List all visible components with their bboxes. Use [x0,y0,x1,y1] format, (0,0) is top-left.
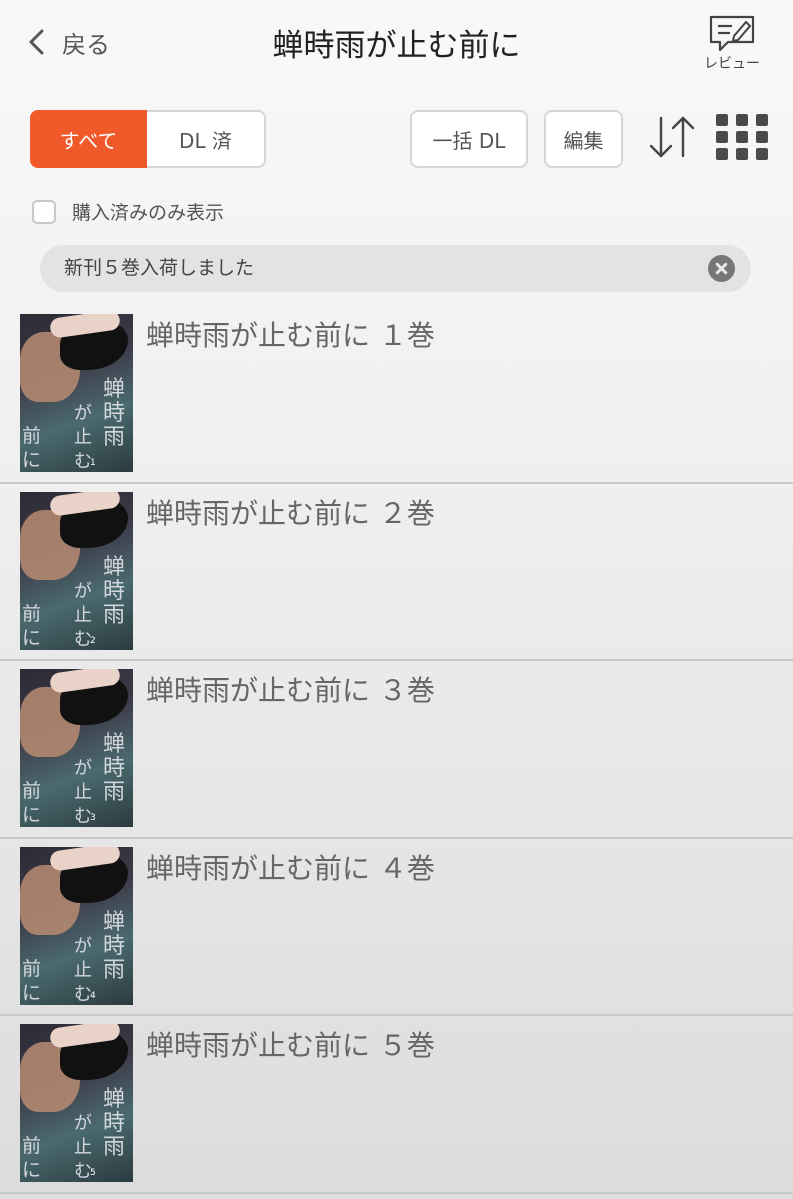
review-button[interactable]: レビュー [700,14,764,74]
list-item[interactable]: 蝉時雨 が止む 前に 5 蝉時雨が止む前に ５巻 [0,1016,793,1194]
volume-list: 蝉時雨 が止む 前に 1 蝉時雨が止む前に １巻 蝉時雨 が止む 前に 2 蝉時… [0,306,793,1194]
volume-title: 蝉時雨が止む前に ２巻 [146,496,435,530]
sort-arrows-icon[interactable] [646,112,698,164]
bulk-download-button[interactable]: 一括 DL [410,110,528,168]
filter-segmented-control: すべて DL 済 [30,110,266,168]
book-cover: 蝉時雨 が止む 前に 4 [20,846,133,1005]
book-cover: 蝉時雨 が止む 前に 1 [20,314,133,472]
close-icon[interactable] [708,255,735,282]
list-item[interactable]: 蝉時雨 が止む 前に 1 蝉時雨が止む前に １巻 [0,306,793,484]
review-label: レビュー [704,56,760,72]
list-item[interactable]: 蝉時雨 が止む 前に 3 蝉時雨が止む前に ３巻 [0,661,793,839]
book-cover: 蝉時雨 が止む 前に 5 [20,1024,133,1182]
purchased-only-filter[interactable]: 購入済みのみ表示 [32,198,224,225]
notice-text: 新刊５巻入荷しました [64,257,255,279]
volume-title: 蝉時雨が止む前に ３巻 [146,674,435,707]
list-item[interactable]: 蝉時雨 が止む 前に 2 蝉時雨が止む前に ２巻 [0,484,793,661]
volume-title: 蝉時雨が止む前に ５巻 [146,1029,435,1062]
volume-title: 蝉時雨が止む前に ４巻 [146,851,435,885]
tab-downloaded[interactable]: DL 済 [147,110,266,168]
purchased-only-checkbox[interactable] [32,199,56,224]
tab-all[interactable]: すべて [30,110,147,168]
header-bar: 戻る 蝉時雨が止む前に レビュー [0,0,793,90]
book-cover: 蝉時雨 が止む 前に 3 [20,669,133,827]
grid-view-icon[interactable] [716,114,768,160]
edit-button[interactable]: 編集 [544,110,623,168]
volume-title: 蝉時雨が止む前に １巻 [146,319,435,352]
purchased-only-label: 購入済みのみ表示 [72,202,225,224]
new-release-notice: 新刊５巻入荷しました [40,245,751,292]
review-pencil-icon [709,15,755,52]
book-cover: 蝉時雨 が止む 前に 2 [20,491,133,650]
page-title: 蝉時雨が止む前に [272,28,521,64]
list-item[interactable]: 蝉時雨 が止む 前に 4 蝉時雨が止む前に ４巻 [0,839,793,1016]
